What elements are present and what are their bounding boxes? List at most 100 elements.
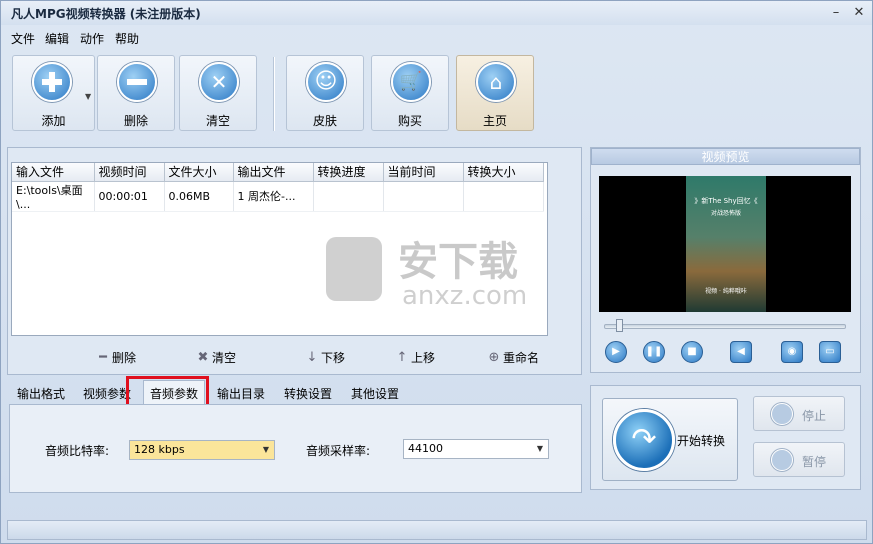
window-title: 凡人MPG视频转换器 (未注册版本): [11, 7, 201, 21]
chevron-down-icon: ▼: [536, 444, 544, 453]
cell-size: 0.06MB: [164, 181, 234, 212]
minimize-button[interactable]: –: [827, 4, 845, 21]
col-progress[interactable]: 转换进度: [313, 163, 384, 182]
menu-file[interactable]: 文件: [11, 30, 35, 47]
home-label: 主页: [482, 114, 507, 128]
clear-label: 清空: [205, 114, 230, 128]
stop-button[interactable]: 停止: [753, 396, 845, 431]
clear-button[interactable]: ✕ 清空: [179, 55, 257, 131]
status-bar: [7, 520, 867, 540]
samplerate-label: 音频采样率:: [306, 444, 371, 458]
tab-video-params[interactable]: 视频参数: [83, 385, 131, 402]
cell-current: [383, 181, 464, 212]
bitrate-select[interactable]: 128 kbps ▼: [129, 440, 275, 460]
col-converted-size[interactable]: 转换大小: [463, 163, 544, 182]
seek-slider[interactable]: [604, 324, 846, 329]
skin-button[interactable]: ☺ 皮肤: [286, 55, 364, 131]
bitrate-label: 音频比特率:: [45, 444, 110, 458]
shield-icon: [326, 237, 382, 301]
col-input-file[interactable]: 输入文件: [12, 163, 95, 182]
x-icon: ✖: [197, 350, 209, 365]
move-down-button[interactable]: ↓ 下移: [305, 349, 345, 366]
play-icon[interactable]: ▶: [605, 341, 627, 363]
skin-label: 皮肤: [312, 114, 337, 128]
samplerate-select[interactable]: 44100 ▼: [403, 439, 549, 459]
pause-icon[interactable]: ❚❚: [643, 341, 665, 363]
tab-other-settings[interactable]: 其他设置: [351, 385, 399, 402]
rename-icon: ⊕: [488, 350, 500, 365]
folder-icon[interactable]: ▭: [819, 341, 841, 363]
menu-help[interactable]: 帮助: [115, 30, 139, 47]
menu-edit[interactable]: 编辑: [45, 30, 69, 47]
rename-label: 重命名: [503, 351, 540, 365]
x-icon: ✕: [199, 62, 239, 102]
stop-icon: [771, 403, 793, 425]
buy-label: 购买: [397, 114, 422, 128]
col-current-time[interactable]: 当前时间: [383, 163, 464, 182]
cell-input: E:\tools\桌面\...: [12, 181, 95, 212]
toolbar-separator: [273, 57, 275, 131]
delete-label: 删除: [123, 114, 148, 128]
rename-button[interactable]: ⊕ 重命名: [487, 349, 539, 366]
col-file-size[interactable]: 文件大小: [164, 163, 234, 182]
close-button[interactable]: ✕: [850, 4, 868, 21]
tab-output-dir[interactable]: 输出目录: [217, 385, 265, 402]
dropdown-arrow-icon[interactable]: ▼: [85, 92, 91, 101]
arrow-down-icon: ↓: [306, 350, 318, 365]
watermark: 安下载 anxz.com: [326, 229, 556, 319]
watermark-cn: 安下载: [398, 239, 518, 285]
pause-button[interactable]: 暂停: [753, 442, 845, 477]
convert-arrow-icon: ↷: [613, 409, 675, 471]
home-icon: ⌂: [476, 62, 516, 102]
preview-title: 视频预览: [591, 148, 860, 165]
toolbar: ▼ 添加 删除 ✕ 清空 ☺ 皮肤 🛒 购买 ⌂ 主页: [7, 51, 867, 137]
remove-item-button[interactable]: ━ 删除: [96, 349, 136, 366]
clear-list-button[interactable]: ✖ 清空: [196, 349, 236, 366]
title-bar: 凡人MPG视频转换器 (未注册版本) – ✕: [1, 1, 872, 25]
stop-label: 停止: [802, 409, 827, 423]
smiley-icon: ☺: [306, 62, 346, 102]
remove-label: 删除: [112, 351, 137, 365]
video-frame: 》新The Shy回忆《 对战恐怖版 视频 · 纯粹哦咔: [686, 176, 766, 312]
camera-icon[interactable]: ◉: [781, 341, 803, 363]
move-up-button[interactable]: ↑ 上移: [395, 349, 435, 366]
watermark-en: anxz.com: [402, 281, 528, 311]
start-convert-label: 开始转换: [677, 434, 726, 448]
pause-label: 暂停: [802, 455, 827, 469]
plus-icon: [32, 62, 72, 102]
cell-output: 1 周杰伦-...: [233, 181, 314, 212]
tab-convert-settings[interactable]: 转换设置: [284, 385, 332, 402]
col-output-file[interactable]: 输出文件: [233, 163, 314, 182]
cart-icon: 🛒: [391, 62, 431, 102]
video-preview: 》新The Shy回忆《 对战恐怖版 视频 · 纯粹哦咔: [599, 176, 851, 312]
tab-output-format[interactable]: 输出格式: [17, 385, 65, 402]
table-header: 输入文件 视频时间 文件大小 输出文件 转换进度 当前时间 转换大小: [12, 163, 544, 182]
seek-thumb[interactable]: [616, 319, 623, 332]
col-duration[interactable]: 视频时间: [94, 163, 165, 182]
arrow-up-icon: ↑: [396, 350, 408, 365]
app-window: 凡人MPG视频转换器 (未注册版本) – ✕ 文件 编辑 动作 帮助 ▼ 添加 …: [0, 0, 873, 544]
stop-icon[interactable]: ■: [681, 341, 703, 363]
minus-icon: [117, 62, 157, 102]
bitrate-value: 128 kbps: [134, 443, 185, 456]
delete-button[interactable]: 删除: [97, 55, 175, 131]
buy-button[interactable]: 🛒 购买: [371, 55, 449, 131]
minus-icon: ━: [99, 350, 107, 365]
table-row[interactable]: E:\tools\桌面\... 00:00:01 0.06MB 1 周杰伦-..…: [12, 181, 544, 212]
clear-list-label: 清空: [212, 351, 237, 365]
menu-bar: 文件 编辑 动作 帮助: [1, 27, 872, 49]
frame-caption-3: 视频 · 纯粹哦咔: [705, 288, 747, 295]
samplerate-value: 44100: [408, 442, 443, 455]
pause-icon: [771, 449, 793, 471]
start-convert-button[interactable]: ↷ 开始转换: [602, 398, 738, 481]
home-button[interactable]: ⌂ 主页: [456, 55, 534, 131]
volume-icon[interactable]: ◀: [730, 341, 752, 363]
add-button[interactable]: ▼ 添加: [12, 55, 95, 131]
frame-caption-2: 对战恐怖版: [710, 210, 741, 217]
chevron-down-icon: ▼: [262, 445, 270, 454]
cell-progress: [313, 181, 384, 212]
cell-converted: [463, 181, 544, 212]
menu-action[interactable]: 动作: [80, 30, 104, 47]
cell-duration: 00:00:01: [94, 181, 165, 212]
frame-caption-1: 》新The Shy回忆《: [694, 197, 758, 205]
